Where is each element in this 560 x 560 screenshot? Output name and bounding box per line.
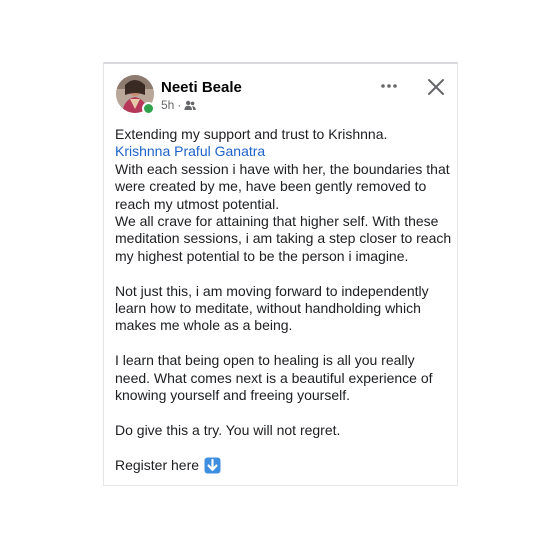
more-options-icon[interactable] [378,76,400,96]
online-status-dot [142,102,155,115]
meta-separator: · [177,98,182,112]
mention-link[interactable]: Krishnna Praful Ganatra [115,143,265,159]
down-arrow-emoji-icon [204,457,221,474]
author-name[interactable]: Neeti Beale [161,79,242,96]
register-text: Register here [115,456,200,473]
post-body: Extending my support and trust to Krishn… [115,126,453,474]
post-text-intro: Extending my support and trust to Krishn… [115,126,388,142]
friends-icon[interactable] [184,100,197,111]
post-text-paragraph: I learn that being open to healing is al… [115,352,433,404]
post-card: Neeti Beale 5h · Extending my support an… [103,62,458,486]
post-text-paragraph: With each session i have with her, the b… [115,160,450,212]
post-timestamp[interactable]: 5h [161,98,174,112]
post-text-paragraph: We all crave for attaining that higher s… [115,213,452,264]
post-header: Neeti Beale 5h · [104,64,457,126]
close-icon[interactable] [425,76,447,98]
post-text-paragraph: Do give this a try. You will not regret. [115,421,341,438]
register-line: Register here [115,457,453,474]
post-text-paragraph: Not just this, i am moving forward to in… [115,282,429,334]
post-meta: 5h · [161,98,197,112]
